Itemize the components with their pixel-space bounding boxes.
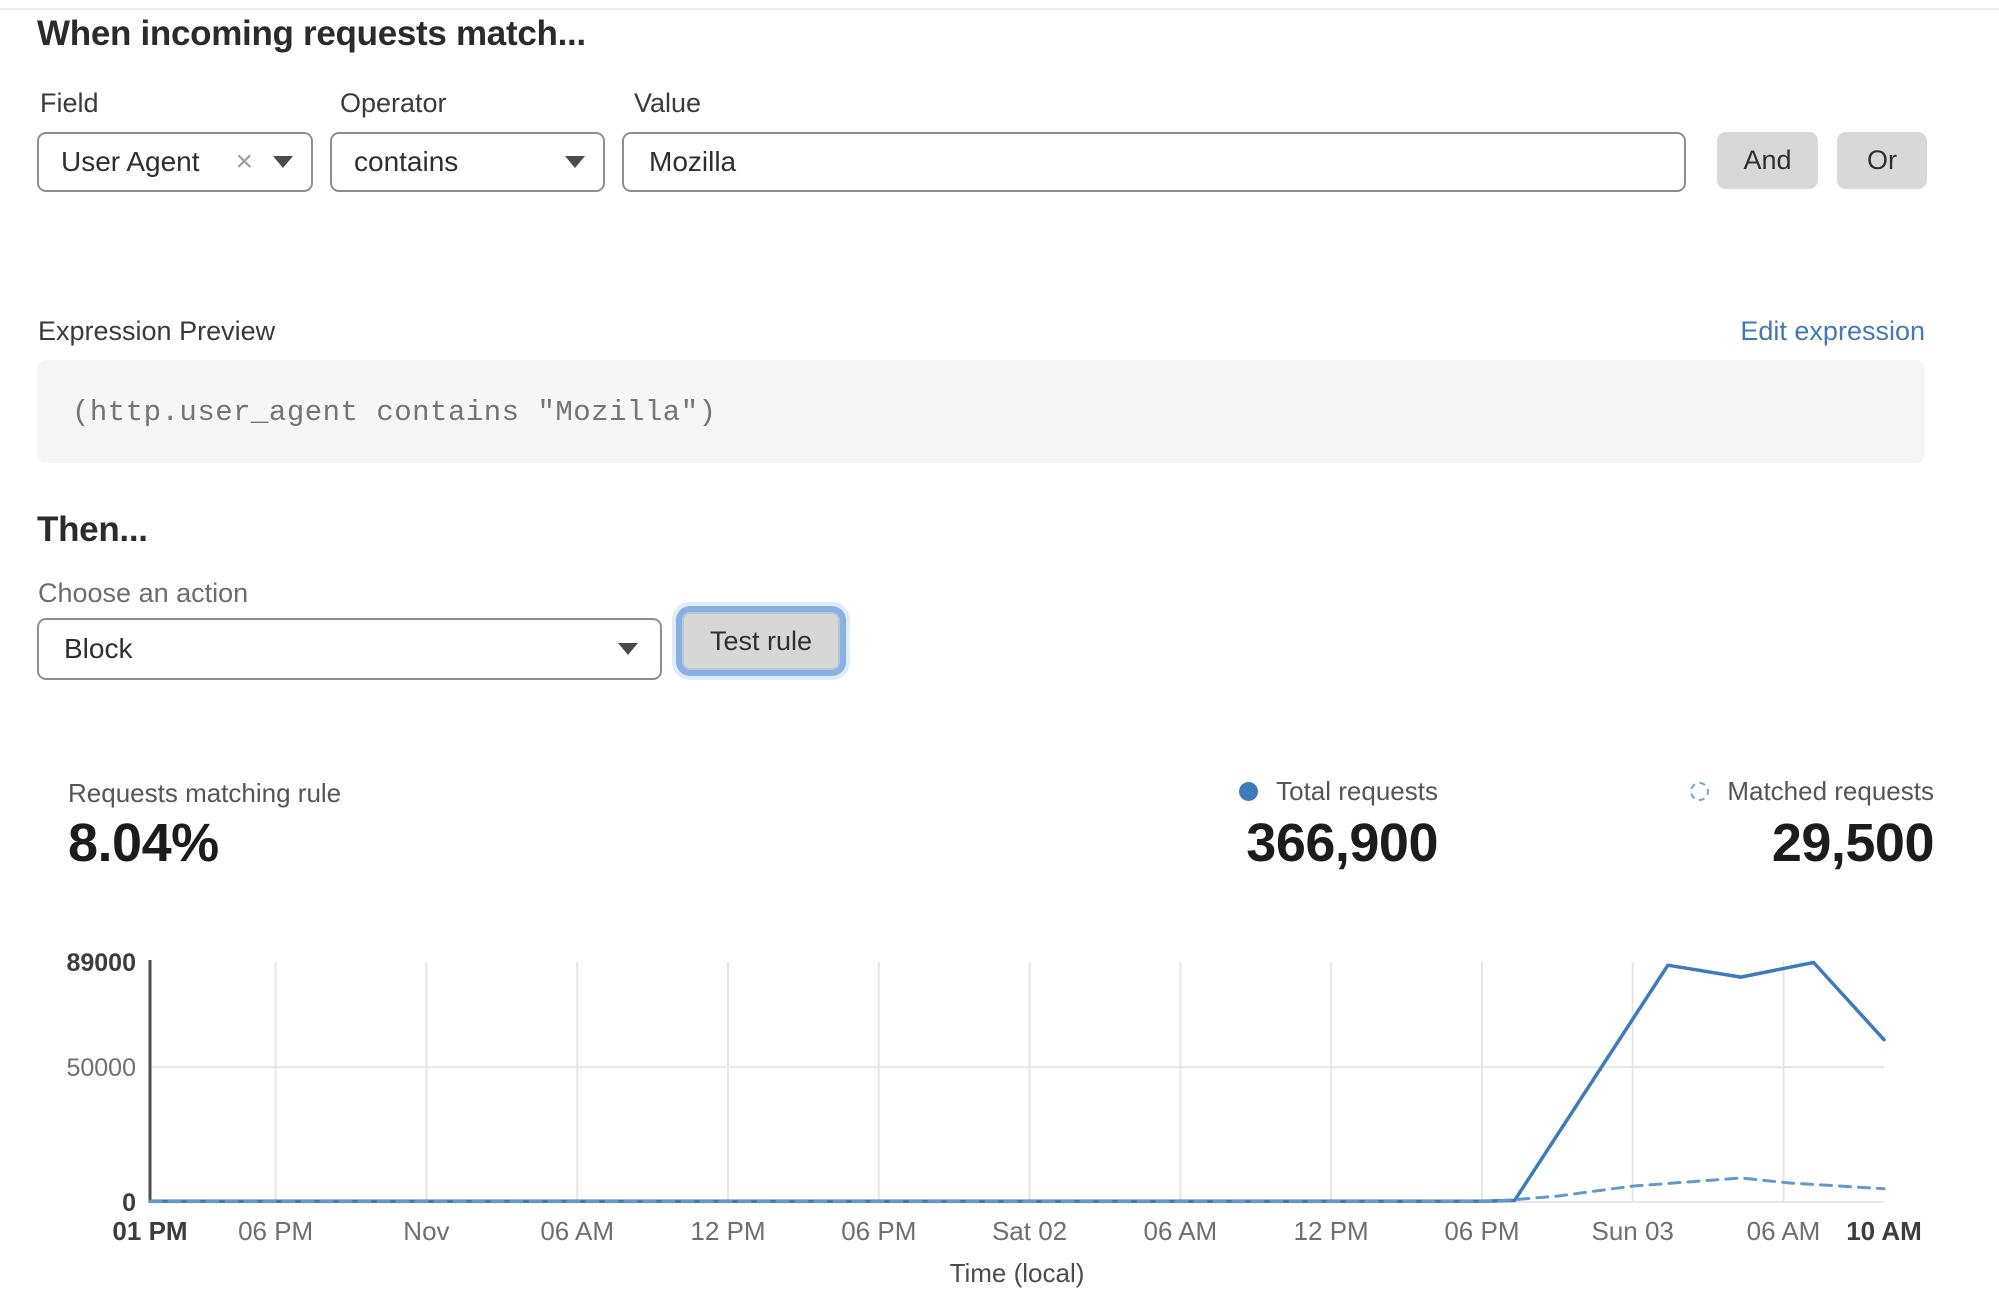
x-tick-label: 10 AM	[1846, 1216, 1922, 1246]
firewall-rule-editor: When incoming requests match... Field Op…	[0, 0, 1999, 1295]
series-dashed	[150, 1178, 1884, 1202]
x-tick-label: 06 PM	[238, 1216, 313, 1246]
x-tick-label: 06 PM	[841, 1216, 916, 1246]
x-tick-label: Sun 03	[1591, 1216, 1673, 1246]
requests-chart: 0 50000 89000 01 PM 06 PM Nov 06 AM 12 PM 06 PM S…	[0, 0, 1999, 1295]
x-tick-label: 06 PM	[1444, 1216, 1519, 1246]
series-solid	[150, 963, 1884, 1202]
y-tick-label: 89000	[66, 949, 136, 977]
x-tick-label: 12 PM	[690, 1216, 765, 1246]
x-tick-label: 01 PM	[112, 1216, 187, 1246]
x-axis-title: Time (local)	[950, 1258, 1085, 1288]
x-tick-label: 06 AM	[540, 1216, 614, 1246]
x-tick-label: 12 PM	[1294, 1216, 1369, 1246]
x-tick-label: Sat 02	[992, 1216, 1067, 1246]
y-tick-label: 0	[122, 1189, 136, 1217]
x-tick-label: Nov	[403, 1216, 449, 1246]
y-tick-label: 50000	[66, 1054, 136, 1082]
x-tick-label: 06 AM	[1143, 1216, 1217, 1246]
x-tick-label: 06 AM	[1747, 1216, 1821, 1246]
